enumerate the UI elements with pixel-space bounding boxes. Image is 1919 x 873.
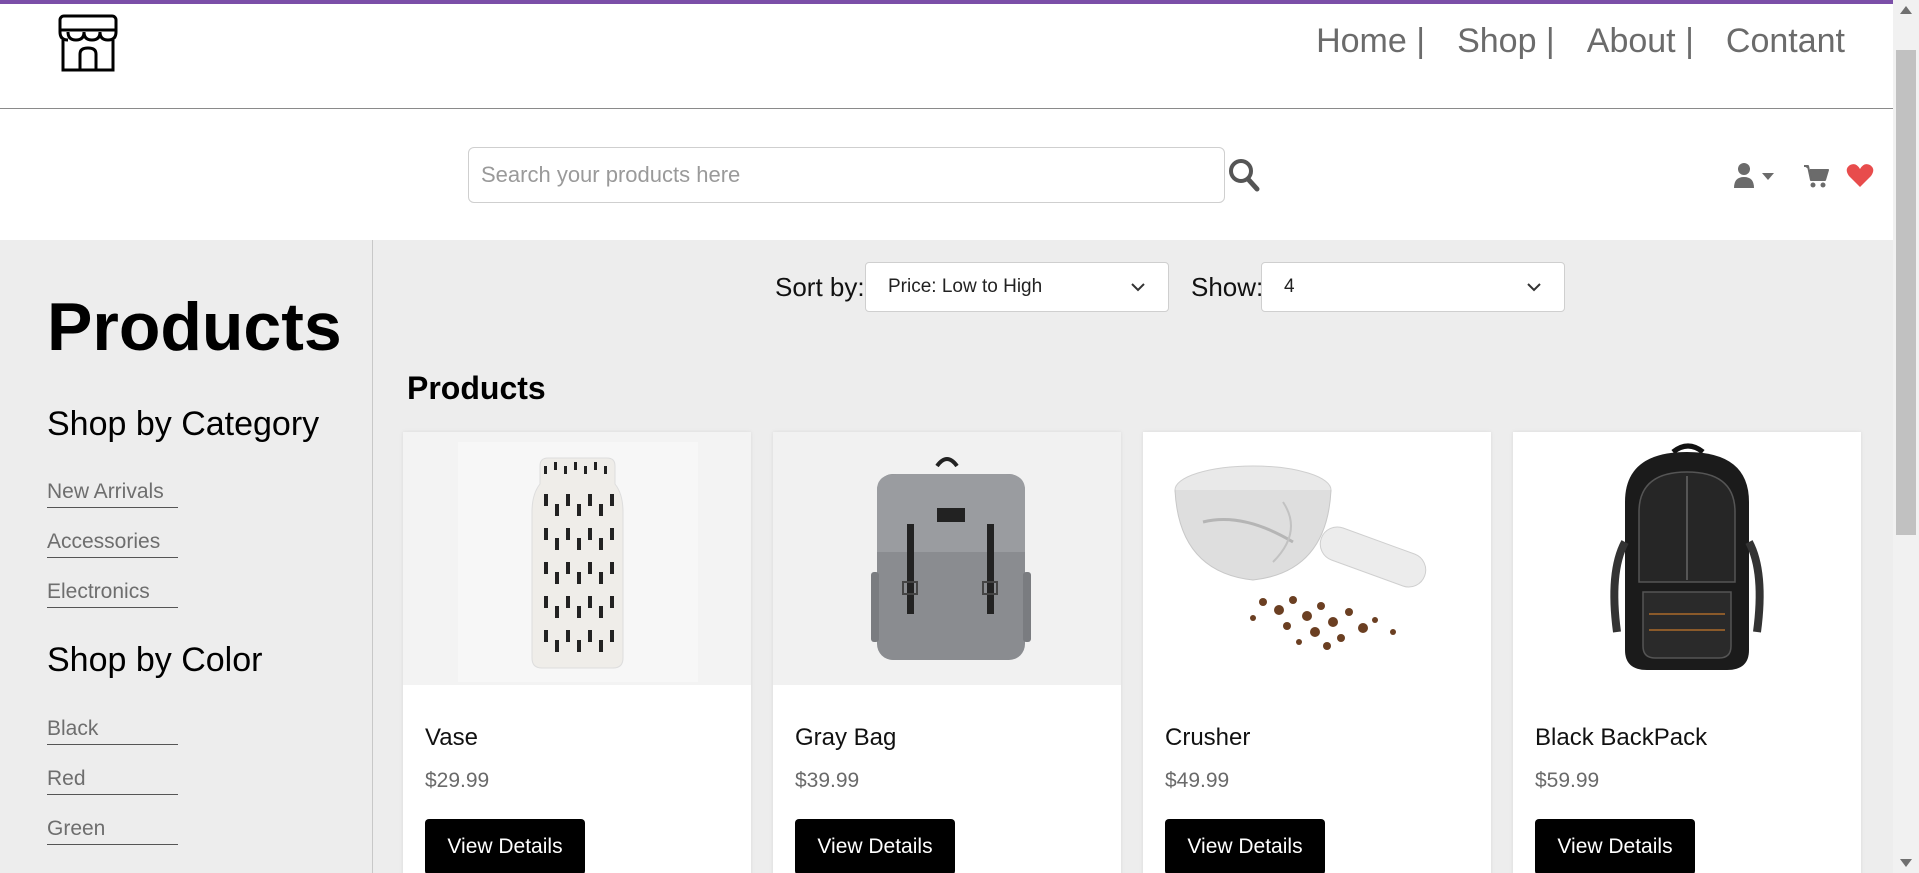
show-select[interactable]: 4 bbox=[1261, 262, 1565, 312]
product-price: $29.99 bbox=[425, 769, 490, 792]
site-header: Home | Shop | About | Contant bbox=[0, 4, 1893, 109]
cart-icon[interactable] bbox=[1803, 163, 1829, 189]
color-link-black[interactable]: Black bbox=[47, 717, 178, 745]
product-price: $49.99 bbox=[1165, 769, 1230, 792]
product-image[interactable] bbox=[773, 432, 1121, 685]
view-details-button[interactable]: View Details bbox=[795, 819, 955, 873]
sidebar-title: Products bbox=[47, 289, 342, 365]
chevron-down-icon bbox=[1131, 283, 1145, 292]
product-name[interactable]: Vase bbox=[425, 724, 478, 752]
product-price: $59.99 bbox=[1535, 769, 1600, 792]
heart-icon[interactable] bbox=[1846, 163, 1874, 189]
search-bar-row bbox=[0, 110, 1893, 240]
sort-select[interactable]: Price: Low to High bbox=[865, 262, 1169, 312]
user-icon[interactable] bbox=[1732, 162, 1778, 190]
product-image[interactable] bbox=[1513, 432, 1861, 685]
view-details-button[interactable]: View Details bbox=[1165, 819, 1325, 873]
scroll-down-arrow-icon[interactable] bbox=[1900, 859, 1912, 867]
show-label: Show: bbox=[1191, 272, 1264, 302]
main-area: Products Shop by Category New Arrivals A… bbox=[0, 240, 1893, 873]
product-name[interactable]: Gray Bag bbox=[795, 724, 896, 752]
category-link-accessories[interactable]: Accessories bbox=[47, 530, 178, 558]
product-image[interactable] bbox=[1143, 432, 1491, 685]
products-heading: Products bbox=[407, 370, 546, 406]
nav-home[interactable]: Home | bbox=[1316, 22, 1425, 61]
search-icon[interactable] bbox=[1228, 158, 1260, 192]
caret-down-icon bbox=[1762, 173, 1774, 180]
sort-select-value: Price: Low to High bbox=[888, 276, 1043, 297]
category-heading: Shop by Category bbox=[47, 405, 320, 443]
product-card: Gray Bag $39.99 View Details bbox=[773, 432, 1121, 873]
product-card: Crusher $49.99 View Details bbox=[1143, 432, 1491, 873]
category-link-new-arrivals[interactable]: New Arrivals bbox=[47, 480, 178, 508]
search-input[interactable] bbox=[468, 147, 1225, 203]
color-link-green[interactable]: Green bbox=[47, 817, 178, 845]
view-details-button[interactable]: View Details bbox=[425, 819, 585, 873]
nav-contact[interactable]: Contant bbox=[1726, 22, 1845, 61]
show-select-value: 4 bbox=[1284, 276, 1295, 297]
color-link-red[interactable]: Red bbox=[47, 767, 178, 795]
store-logo-icon[interactable] bbox=[56, 10, 120, 74]
chevron-down-icon bbox=[1527, 283, 1541, 292]
sidebar: Products Shop by Category New Arrivals A… bbox=[0, 240, 373, 873]
sort-label: Sort by: bbox=[775, 272, 865, 302]
product-name[interactable]: Black BackPack bbox=[1535, 724, 1707, 752]
product-card: Black BackPack $59.99 View Details bbox=[1513, 432, 1861, 873]
view-details-button[interactable]: View Details bbox=[1535, 819, 1695, 873]
product-card: Vase $29.99 View Details bbox=[403, 432, 751, 873]
product-content: Sort by: Price: Low to High Show: 4 Prod… bbox=[373, 240, 1893, 873]
vertical-scrollbar[interactable] bbox=[1893, 0, 1919, 873]
category-link-electronics[interactable]: Electronics bbox=[47, 580, 178, 608]
nav-about[interactable]: About | bbox=[1587, 22, 1694, 61]
scroll-up-arrow-icon[interactable] bbox=[1900, 6, 1912, 14]
product-price: $39.99 bbox=[795, 769, 860, 792]
scroll-thumb[interactable] bbox=[1896, 50, 1916, 535]
main-nav: Home | Shop | About | Contant bbox=[1284, 22, 1845, 61]
product-name[interactable]: Crusher bbox=[1165, 724, 1250, 752]
color-heading: Shop by Color bbox=[47, 641, 263, 679]
product-image[interactable] bbox=[403, 432, 751, 685]
nav-shop[interactable]: Shop | bbox=[1457, 22, 1555, 61]
